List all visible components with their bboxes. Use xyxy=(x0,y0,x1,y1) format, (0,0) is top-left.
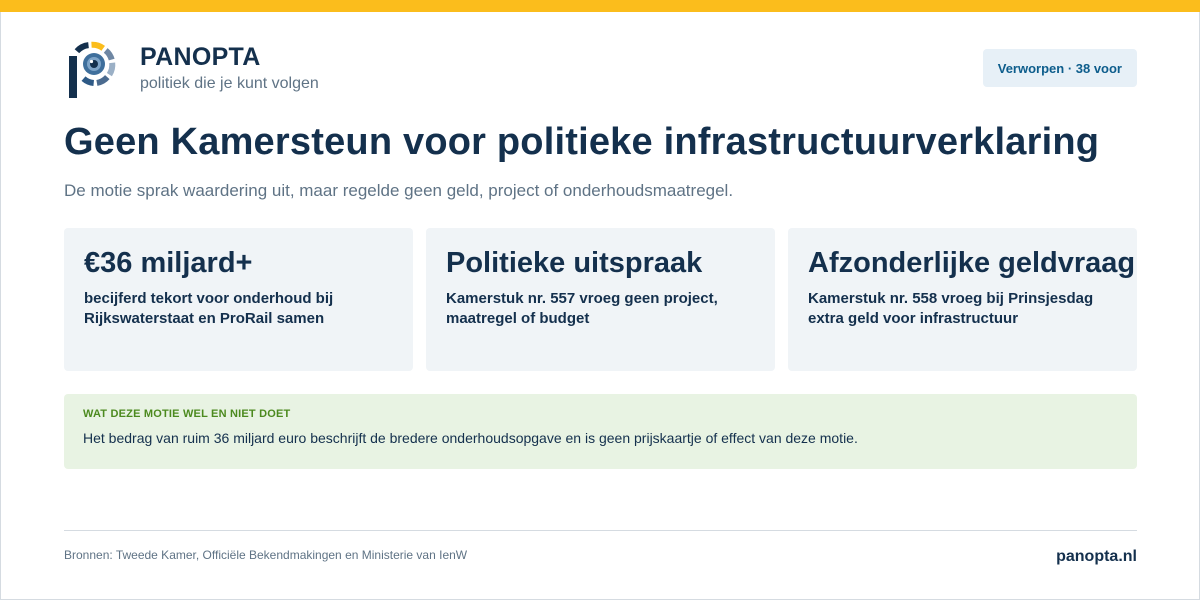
explanation-note: WAT DEZE MOTIE WEL EN NIET DOET Het bedr… xyxy=(64,394,1137,469)
card-title: Politieke uitspraak xyxy=(446,247,703,279)
note-heading: WAT DEZE MOTIE WEL EN NIET DOET xyxy=(83,408,291,420)
footer-divider xyxy=(64,530,1137,531)
brand-name: PANOPTA xyxy=(140,43,261,71)
brand-tagline: politiek die je kunt volgen xyxy=(140,75,319,92)
note-text: Het bedrag van ruim 36 miljard euro besc… xyxy=(83,430,858,446)
page-title: Geen Kamersteun voor politieke infrastru… xyxy=(64,121,1100,163)
fact-card-cost: €36 miljard+ becijferd tekort voor onder… xyxy=(64,228,413,371)
site-link[interactable]: panopta.nl xyxy=(1056,548,1137,566)
card-title: Afzonderlijke geldvraag xyxy=(808,247,1136,279)
fact-card-statement: Politieke uitspraak Kamerstuk nr. 557 vr… xyxy=(426,228,775,371)
fact-card-money-request: Afzonderlijke geldvraag Kamerstuk nr. 55… xyxy=(788,228,1137,371)
card-text: Kamerstuk nr. 557 vroeg geen project, ma… xyxy=(446,290,718,327)
page-subtitle: De motie sprak waardering uit, maar rege… xyxy=(64,181,734,200)
status-badge: Verworpen · 38 voor xyxy=(982,49,1137,87)
card-text: becijferd tekort voor onderhoud bij Rijk… xyxy=(84,290,334,327)
accent-top-bar xyxy=(0,0,1200,12)
eye-p-logo-icon xyxy=(69,41,116,98)
sources-text: Bronnen: Tweede Kamer, Officiële Bekendm… xyxy=(64,548,468,562)
card-text: Kamerstuk nr. 558 vroeg bij Prinsjesdag … xyxy=(808,290,1094,327)
card-title: €36 miljard+ xyxy=(84,247,253,279)
